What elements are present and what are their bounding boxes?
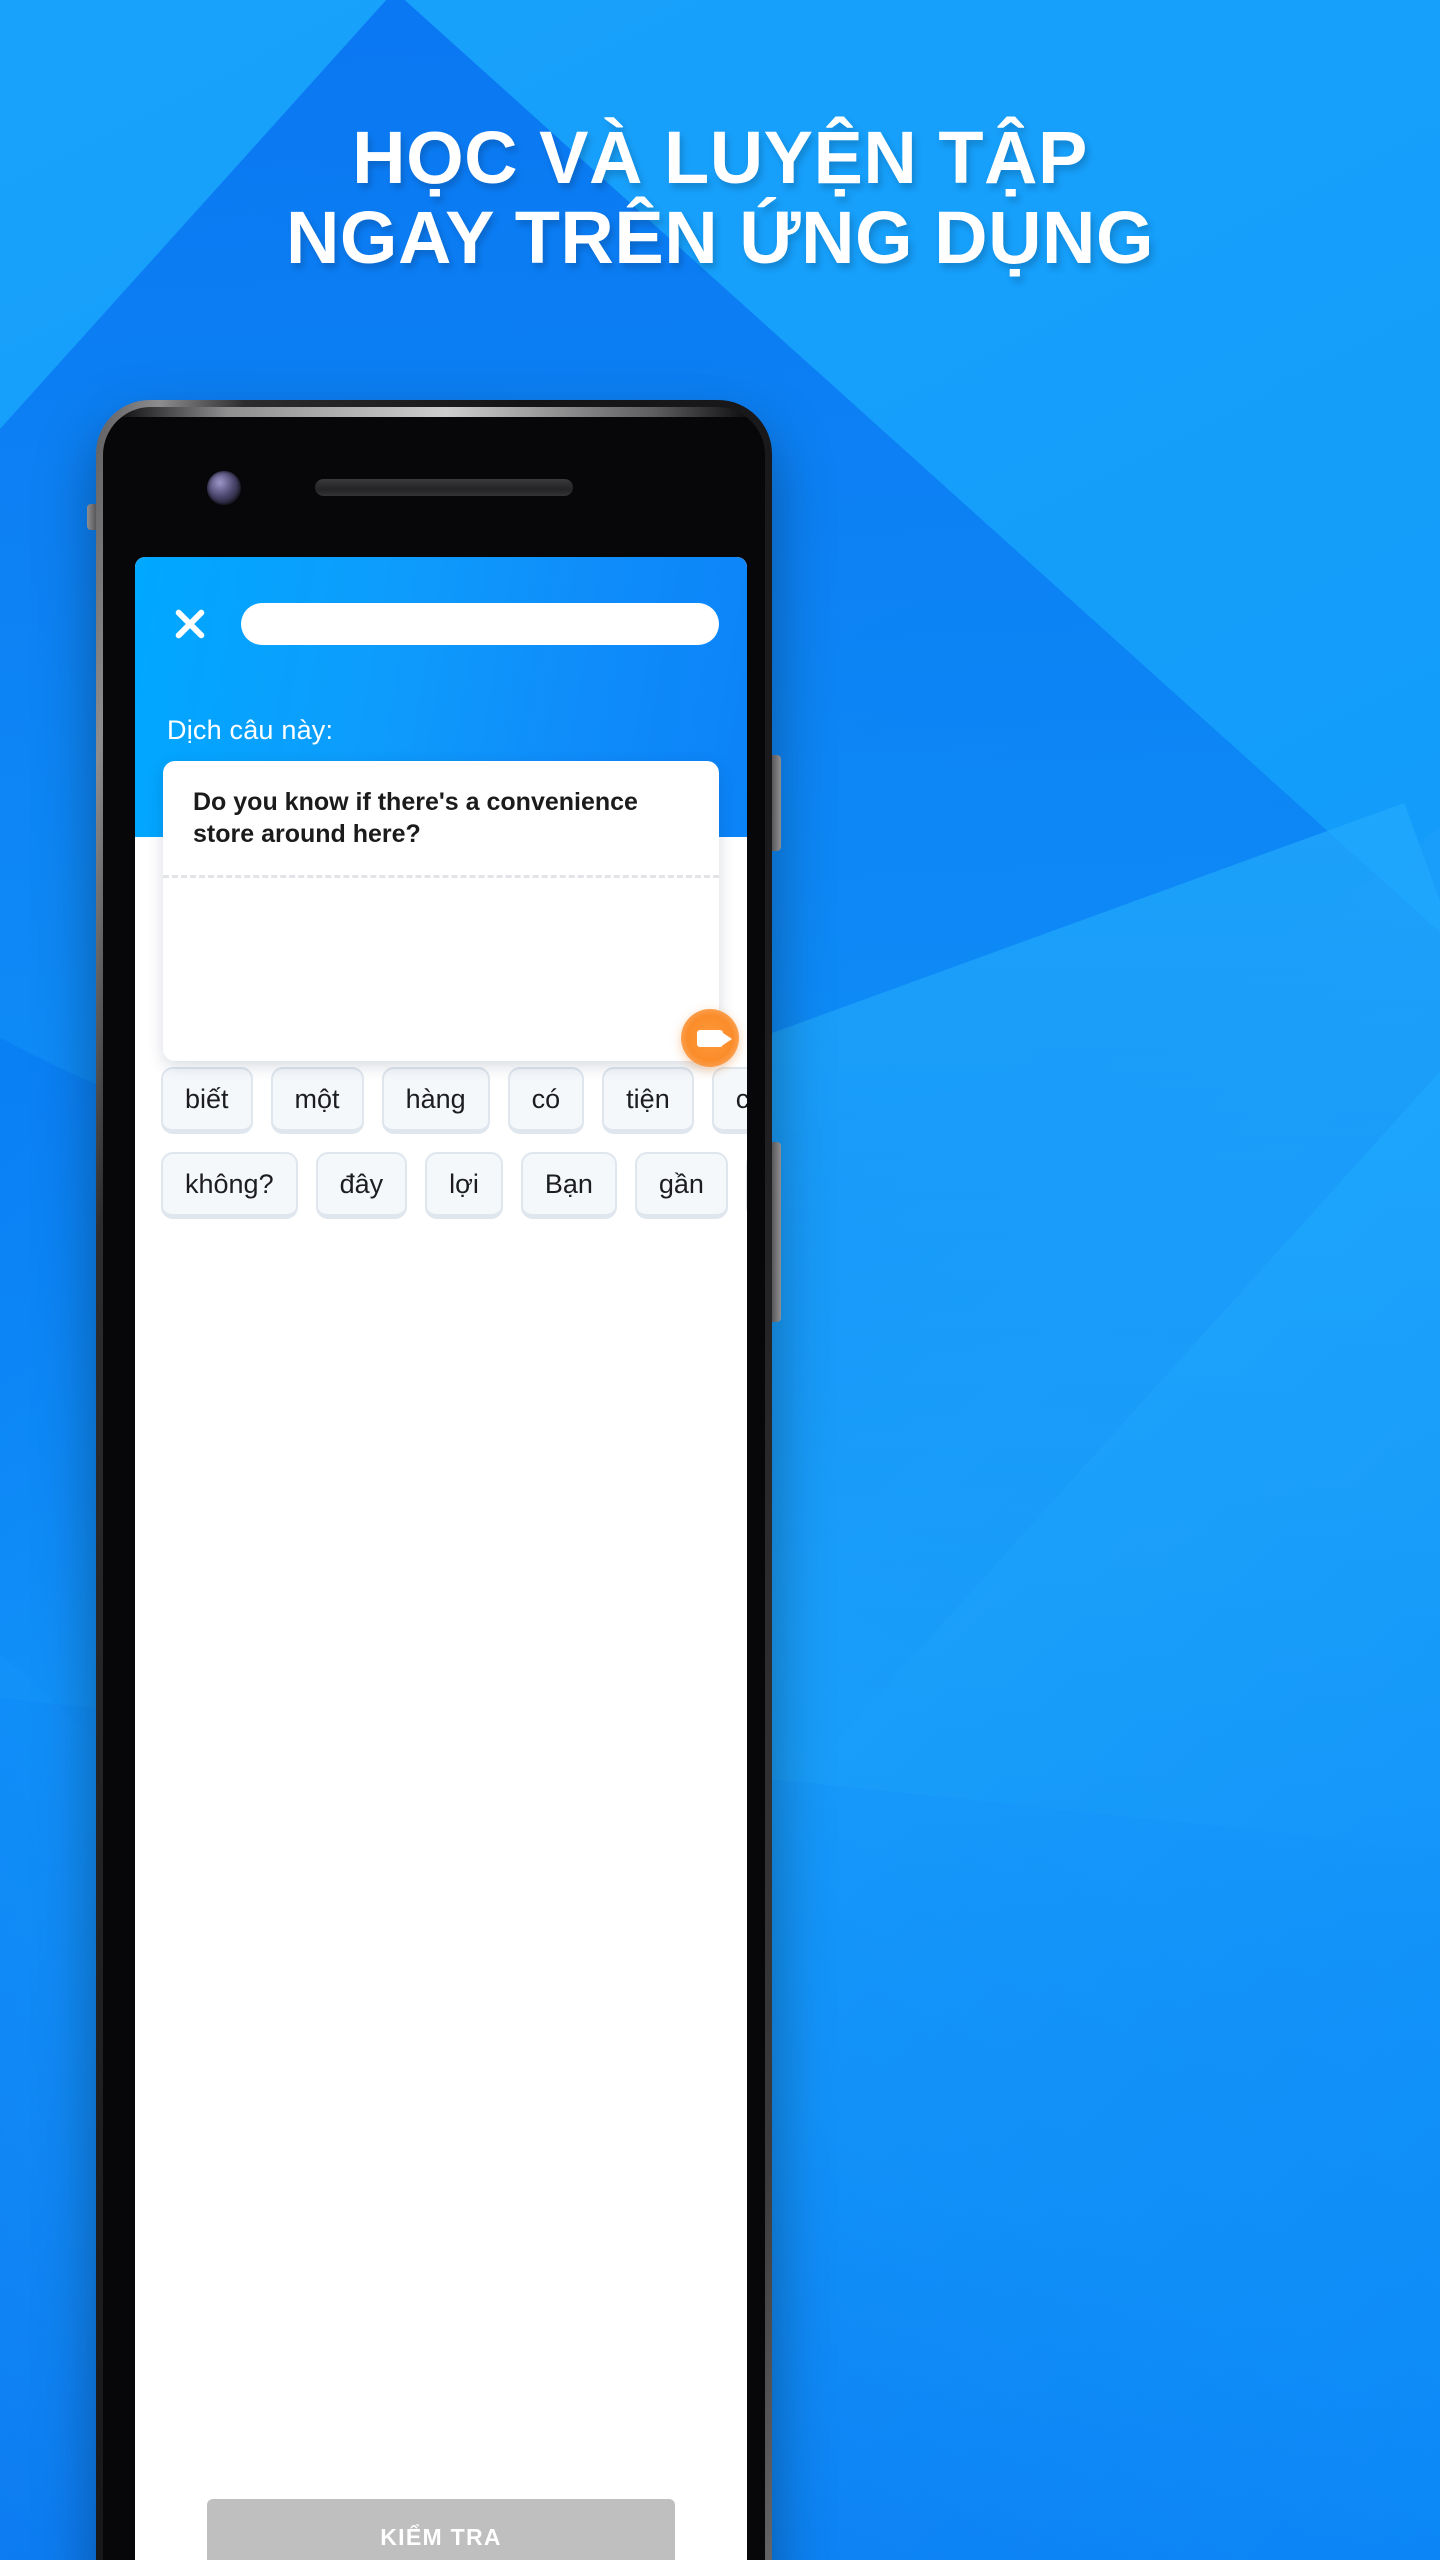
phone-mockup: Dịch câu này: Do you know if there's a c… [87, 400, 781, 2560]
lesson-progress-bar [241, 603, 719, 645]
word-chip[interactable]: biết [161, 1067, 253, 1135]
headline-line-2: NGAY TRÊN ỨNG DỤNG [285, 195, 1155, 279]
question-text: Do you know if there's a convenience sto… [193, 788, 638, 848]
word-bank-row-1: biết một hàng có tiện có [159, 1067, 747, 1135]
video-camera-icon[interactable] [681, 1009, 739, 1067]
front-camera-icon [207, 471, 241, 505]
word-chip[interactable]: có [507, 1067, 585, 1135]
word-chip[interactable]: có [711, 1067, 747, 1135]
answer-drop-zone[interactable] [163, 874, 719, 1061]
word-chip[interactable]: Bạn [520, 1152, 617, 1220]
word-bank: biết một hàng có tiện có không? đây lợi … [135, 1067, 747, 1237]
app-screen: Dịch câu này: Do you know if there's a c… [135, 557, 747, 2560]
earpiece-speaker [315, 479, 573, 496]
phone-bezel-highlight [111, 407, 757, 417]
phone-sim-tray [87, 504, 96, 530]
prompt-label: Dịch câu này: [167, 715, 334, 745]
word-chip[interactable]: tiện [602, 1067, 694, 1135]
phone-body: Dịch câu này: Do you know if there's a c… [103, 407, 765, 2560]
phone-power-button[interactable] [772, 755, 781, 851]
word-chip[interactable]: gần [634, 1152, 728, 1220]
word-chip[interactable]: lợi [425, 1152, 503, 1220]
promo-screenshot: HỌC VÀ LUYỆN TẬP NGAY TRÊN ỨNG DỤNG Dịch… [0, 0, 1440, 2560]
word-chip[interactable]: cửa [745, 1152, 747, 1220]
header-toolbar [135, 601, 747, 647]
word-chip[interactable]: hàng [381, 1067, 490, 1135]
translation-card: Do you know if there's a convenience sto… [163, 761, 719, 1061]
close-icon[interactable] [167, 601, 213, 647]
headline-line-1: HỌC VÀ LUYỆN TẬP [352, 116, 1088, 199]
word-chip[interactable]: đây [315, 1152, 408, 1220]
phone-volume-button[interactable] [772, 1142, 781, 1322]
camera-glyph [697, 1029, 732, 1047]
word-bank-row-2: không? đây lợi Bạn gần cửa [159, 1152, 747, 1220]
word-chip[interactable]: không? [161, 1152, 298, 1220]
word-chip[interactable]: một [270, 1067, 364, 1135]
promo-headline: HỌC VÀ LUYỆN TẬP NGAY TRÊN ỨNG DỤNG [0, 118, 1440, 278]
check-answer-button[interactable]: KIỂM TRA [207, 2499, 675, 2560]
